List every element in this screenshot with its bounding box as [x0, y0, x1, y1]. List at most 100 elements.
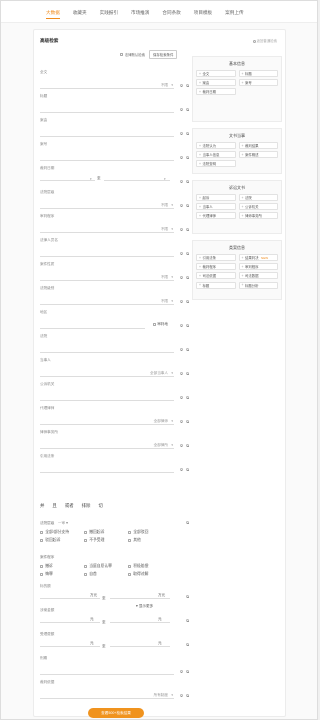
field-tag[interactable]: + 律师事务所: [238, 212, 278, 220]
tab-practice-guide[interactable]: 实践报引: [100, 10, 118, 22]
add-row-icon[interactable]: [185, 84, 189, 88]
field-input[interactable]: [40, 256, 174, 257]
remove-row-icon[interactable]: [179, 324, 183, 328]
judge-option-checkbox[interactable]: 当庭自愿认罪: [84, 564, 112, 569]
remove-row-icon[interactable]: [179, 468, 183, 472]
tab-contract-terms[interactable]: 合同条款: [162, 10, 180, 22]
judge-option-checkbox[interactable]: 自首: [84, 572, 97, 577]
field-tag[interactable]: + 案由: [196, 79, 236, 87]
add-row-icon[interactable]: [185, 670, 189, 674]
field-input[interactable]: [40, 112, 174, 113]
field-tag[interactable]: + 裁判日期: [196, 88, 236, 96]
field-tag[interactable]: + 审判程序: [238, 263, 278, 271]
remove-row-icon[interactable]: [179, 108, 183, 112]
remove-row-icon[interactable]: [179, 670, 183, 674]
tab-favorites[interactable]: 收藏夹: [73, 10, 87, 22]
field-tag[interactable]: + 法院: [238, 194, 278, 201]
tab-market[interactable]: 市场推演: [131, 10, 149, 22]
field-tag[interactable]: + 案件概述: [238, 151, 278, 159]
add-filter-icon[interactable]: [185, 521, 189, 525]
logic-and[interactable]: 并: [40, 503, 44, 509]
remove-row-icon[interactable]: [179, 420, 183, 424]
add-row-icon[interactable]: [185, 694, 189, 698]
submit-search-button[interactable]: 查看500+检索结果: [88, 708, 144, 718]
remove-row-icon[interactable]: [179, 276, 183, 280]
add-row-icon[interactable]: [185, 396, 189, 400]
judge-option-checkbox[interactable]: 积极赔偿: [128, 564, 148, 569]
field-tag[interactable]: + 引用法条: [196, 254, 236, 261]
add-row-icon[interactable]: [185, 348, 189, 352]
add-row-icon[interactable]: [185, 204, 189, 208]
field-input[interactable]: [40, 136, 174, 137]
field-tag[interactable]: + 结果判决 NEW: [238, 254, 278, 261]
judge-option-checkbox[interactable]: 取得谅解: [128, 572, 148, 577]
default-search-checkbox[interactable]: 法律默认检索: [120, 52, 145, 57]
field-input[interactable]: [40, 674, 174, 675]
field-input[interactable]: [40, 472, 174, 473]
logic-exclude[interactable]: 排除: [82, 503, 91, 509]
range-to-input[interactable]: [110, 598, 170, 599]
result-option-checkbox[interactable]: 全部驳回: [128, 530, 148, 535]
date-from-input[interactable]: [40, 180, 95, 181]
remove-row-icon[interactable]: [179, 444, 183, 448]
tab-big-data[interactable]: 大数据: [46, 10, 60, 22]
save-conditions-button[interactable]: 保存检索条件: [149, 50, 178, 59]
add-row-icon[interactable]: [185, 595, 189, 599]
field-tag[interactable]: + 裁判结果: [238, 142, 278, 149]
field-tag[interactable]: + 司法数据: [238, 272, 278, 280]
field-input[interactable]: [40, 352, 174, 353]
remove-row-icon[interactable]: [179, 180, 183, 184]
remove-row-icon[interactable]: [179, 156, 183, 160]
remove-row-icon[interactable]: [179, 694, 183, 698]
range-from-input[interactable]: [40, 622, 100, 623]
result-option-checkbox[interactable]: 其他: [128, 538, 141, 543]
judge-option-checkbox[interactable]: 撤诉: [40, 564, 53, 569]
add-row-icon[interactable]: [185, 180, 189, 184]
add-row-icon[interactable]: [185, 372, 189, 376]
remove-row-icon[interactable]: [179, 348, 183, 352]
tab-case-upload[interactable]: 案例上传: [225, 10, 243, 22]
field-tag[interactable]: + 法院查明: [196, 160, 236, 168]
logic-or[interactable]: 或者: [65, 503, 74, 509]
field-tag[interactable]: + 标题: [238, 70, 278, 77]
field-select[interactable]: [40, 448, 174, 449]
remove-row-icon[interactable]: [179, 396, 183, 400]
remove-row-icon[interactable]: [179, 228, 183, 232]
field-select[interactable]: [40, 208, 174, 209]
result-option-checkbox[interactable]: 撤回起诉: [84, 530, 104, 535]
add-row-icon[interactable]: [185, 132, 189, 136]
field-input[interactable]: [40, 160, 174, 161]
result-option-checkbox[interactable]: 不予受理: [84, 538, 104, 543]
field-select[interactable]: [40, 280, 174, 281]
field-tag[interactable]: + 代理律师: [196, 212, 236, 220]
field-tag[interactable]: + 裁判程序: [196, 263, 236, 271]
add-row-icon[interactable]: [185, 619, 189, 623]
remove-row-icon[interactable]: [179, 300, 183, 304]
logic-also[interactable]: 且: [52, 503, 56, 509]
field-select[interactable]: [40, 376, 174, 377]
add-row-icon[interactable]: [185, 643, 189, 647]
range-from-input[interactable]: [40, 646, 100, 647]
field-tag[interactable]: + 标题分析: [238, 281, 278, 289]
range-from-input[interactable]: [40, 598, 100, 599]
field-tag[interactable]: + 起诉: [196, 194, 236, 201]
add-row-icon[interactable]: [185, 228, 189, 232]
date-to-input[interactable]: [104, 180, 170, 181]
judge-option-checkbox[interactable]: 悔罪: [40, 572, 53, 577]
add-row-icon[interactable]: [185, 300, 189, 304]
field-tag[interactable]: + 全文: [196, 70, 236, 77]
field-tag[interactable]: + 司法依据: [196, 272, 236, 280]
field-select[interactable]: [40, 424, 174, 425]
trial-location-checkbox[interactable]: 审判地: [152, 322, 168, 327]
result-option-checkbox[interactable]: 全部/部分支持: [40, 530, 69, 535]
tab-project-templates[interactable]: 项目模板: [194, 10, 212, 22]
add-row-icon[interactable]: [185, 252, 189, 256]
add-row-icon[interactable]: [185, 156, 189, 160]
range-to-input[interactable]: [110, 622, 170, 623]
field-tag[interactable]: + 当事人: [196, 203, 236, 211]
add-row-icon[interactable]: [185, 324, 189, 328]
back-to-simple-search-link[interactable]: 返回普通检索: [252, 38, 277, 43]
field-tag[interactable]: + 标题: [196, 281, 236, 289]
field-select[interactable]: [40, 304, 174, 305]
field-tag[interactable]: + 公诉机关: [238, 203, 278, 211]
